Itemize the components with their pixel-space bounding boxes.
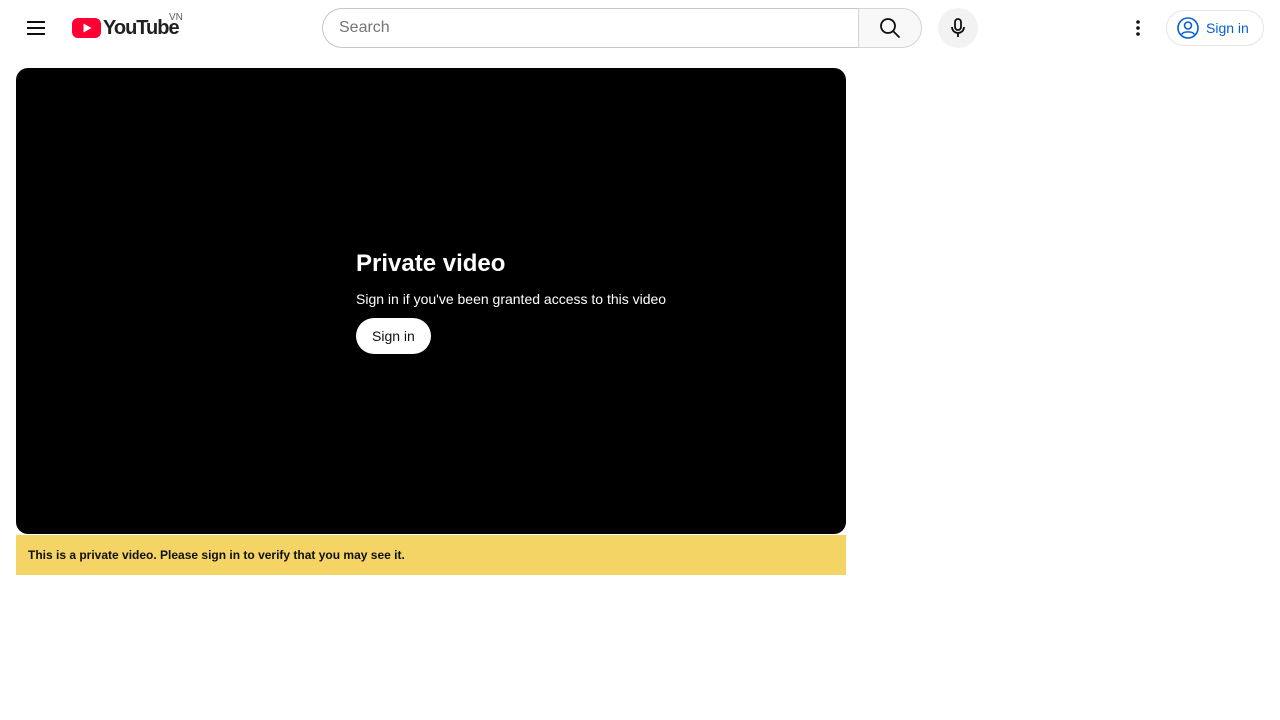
error-title: Private video (356, 250, 506, 277)
search-box[interactable] (322, 8, 859, 48)
search-button[interactable] (858, 8, 922, 48)
banner-message: This is a private video. Please sign in … (28, 548, 405, 562)
header-sign-in-button[interactable]: Sign in (1166, 10, 1264, 46)
settings-more-button[interactable] (1118, 8, 1158, 48)
player-error-panel: Private video Sign in if you've been gra… (356, 250, 756, 354)
private-video-banner: This is a private video. Please sign in … (16, 535, 846, 575)
player-sign-in-button[interactable]: Sign in (356, 318, 431, 354)
guide-menu-button[interactable] (16, 8, 56, 48)
logo-text: YouTube (103, 16, 180, 39)
header-sign-in-label: Sign in (1206, 20, 1249, 36)
youtube-logo-icon (72, 18, 101, 38)
account-circle-icon (1177, 17, 1199, 39)
mic-icon (951, 18, 965, 37)
menu-icon (27, 21, 45, 35)
masthead: YouTube VN Sign in (0, 0, 1280, 56)
country-code: VN (169, 12, 183, 23)
voice-search-button[interactable] (938, 8, 978, 48)
youtube-logo[interactable]: YouTube (72, 14, 180, 42)
error-subtitle: Sign in if you've been granted access to… (356, 291, 667, 307)
video-player[interactable]: Private video Sign in if you've been gra… (16, 68, 846, 534)
search-icon (880, 18, 900, 38)
search-input[interactable] (339, 19, 859, 37)
more-vert-icon (1136, 20, 1140, 36)
